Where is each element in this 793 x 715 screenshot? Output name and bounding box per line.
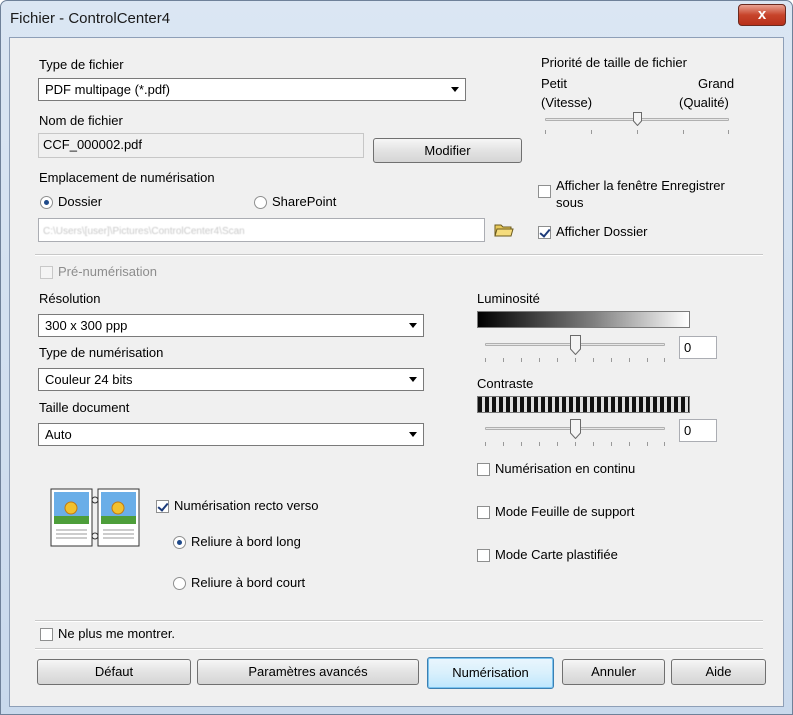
scan-path-value: C:\Users\[user]\Pictures\ControlCenter4\… <box>43 226 245 237</box>
duplex-label: Numérisation recto verso <box>174 498 319 513</box>
close-button[interactable]: x <box>738 4 786 26</box>
advanced-settings-button[interactable]: Paramètres avancés <box>197 659 419 685</box>
sharepoint-radio-label: SharePoint <box>272 194 337 209</box>
modify-button[interactable]: Modifier <box>373 138 522 163</box>
file-size-priority-label: Priorité de taille de fichier <box>541 55 687 70</box>
brightness-gradient <box>477 311 690 328</box>
chevron-down-icon <box>409 323 417 328</box>
plastic-card-checkbox[interactable] <box>477 549 490 562</box>
chevron-down-icon <box>409 432 417 437</box>
show-folder-checkbox[interactable] <box>538 226 551 239</box>
file-size-slider-thumb[interactable] <box>633 112 642 126</box>
dont-show-label: Ne plus me montrer. <box>58 626 176 641</box>
carrier-sheet-label: Mode Feuille de support <box>495 504 635 519</box>
size-small-label: Petit <box>541 76 568 91</box>
resolution-select[interactable]: 300 x 300 ppp <box>38 314 424 337</box>
dialog-body: Type de fichier PDF multipage (*.pdf) Pr… <box>9 37 784 707</box>
file-name-field[interactable]: CCF_000002.pdf <box>38 133 364 158</box>
dialog-window: Fichier - ControlCenter4 x Type de fichi… <box>0 0 793 715</box>
resolution-label: Résolution <box>39 291 101 306</box>
contrast-slider-thumb[interactable] <box>570 419 581 439</box>
size-speed-label: (Vitesse) <box>541 95 593 110</box>
file-type-label: Type de fichier <box>39 57 124 72</box>
size-quality-label: (Qualité) <box>679 95 729 110</box>
document-size-select[interactable]: Auto <box>38 423 424 446</box>
long-edge-label: Reliure à bord long <box>191 534 301 549</box>
help-button[interactable]: Aide <box>671 659 766 685</box>
folder-browse-icon[interactable] <box>494 222 514 238</box>
scan-path-field[interactable]: C:\Users\[user]\Pictures\ControlCenter4\… <box>38 218 485 242</box>
plastic-card-label: Mode Carte plastifiée <box>495 547 618 562</box>
document-size-value: Auto <box>45 427 72 442</box>
dont-show-checkbox[interactable] <box>40 628 53 641</box>
file-type-value: PDF multipage (*.pdf) <box>45 82 170 97</box>
carrier-sheet-checkbox[interactable] <box>477 506 490 519</box>
scan-type-select[interactable]: Couleur 24 bits <box>38 368 424 391</box>
scan-type-label: Type de numérisation <box>39 345 164 360</box>
scan-type-value: Couleur 24 bits <box>45 372 133 387</box>
brightness-slider-thumb[interactable] <box>570 335 581 355</box>
default-button[interactable]: Défaut <box>37 659 191 685</box>
contrast-label: Contraste <box>477 376 534 391</box>
duplex-book-icon <box>50 488 140 548</box>
brightness-slider-ticks <box>485 358 665 363</box>
show-save-as-label-line2: sous <box>556 195 584 210</box>
show-save-as-checkbox[interactable] <box>538 185 551 198</box>
contrast-value-field[interactable]: 0 <box>679 419 717 442</box>
contrast-value: 0 <box>684 423 692 438</box>
file-type-select[interactable]: PDF multipage (*.pdf) <box>38 78 466 101</box>
divider <box>35 620 763 622</box>
sharepoint-radio[interactable] <box>254 196 267 209</box>
document-size-label: Taille document <box>39 400 130 415</box>
file-name-value: CCF_000002.pdf <box>43 137 143 152</box>
chevron-down-icon <box>409 377 417 382</box>
long-edge-radio[interactable] <box>173 536 186 549</box>
window-title: Fichier - ControlCenter4 <box>10 10 171 27</box>
show-folder-label: Afficher Dossier <box>556 224 648 239</box>
continuous-scan-label: Numérisation en continu <box>495 461 636 476</box>
brightness-value: 0 <box>684 340 692 355</box>
duplex-checkbox[interactable] <box>156 500 169 513</box>
short-edge-radio[interactable] <box>173 577 186 590</box>
divider <box>35 648 763 650</box>
scan-location-label: Emplacement de numérisation <box>39 170 215 185</box>
brightness-label: Luminosité <box>477 291 540 306</box>
title-bar[interactable]: Fichier - ControlCenter4 x <box>1 1 792 37</box>
file-size-slider-ticks <box>545 130 729 135</box>
divider <box>35 254 763 256</box>
folder-radio[interactable] <box>40 196 53 209</box>
prescan-label: Pré-numérisation <box>58 264 157 279</box>
cancel-button[interactable]: Annuler <box>562 659 665 685</box>
contrast-pattern <box>477 396 690 413</box>
size-large-label: Grand <box>698 76 735 91</box>
show-save-as-label: Afficher la fenêtre Enregistrer <box>556 178 725 193</box>
scan-button[interactable]: Numérisation <box>427 657 554 689</box>
continuous-scan-checkbox[interactable] <box>477 463 490 476</box>
chevron-down-icon <box>451 87 459 92</box>
file-name-label: Nom de fichier <box>39 113 123 128</box>
prescan-checkbox[interactable] <box>40 266 53 279</box>
short-edge-label: Reliure à bord court <box>191 575 306 590</box>
brightness-value-field[interactable]: 0 <box>679 336 717 359</box>
folder-radio-label: Dossier <box>58 194 103 209</box>
resolution-value: 300 x 300 ppp <box>45 318 128 333</box>
contrast-slider-ticks <box>485 442 665 447</box>
